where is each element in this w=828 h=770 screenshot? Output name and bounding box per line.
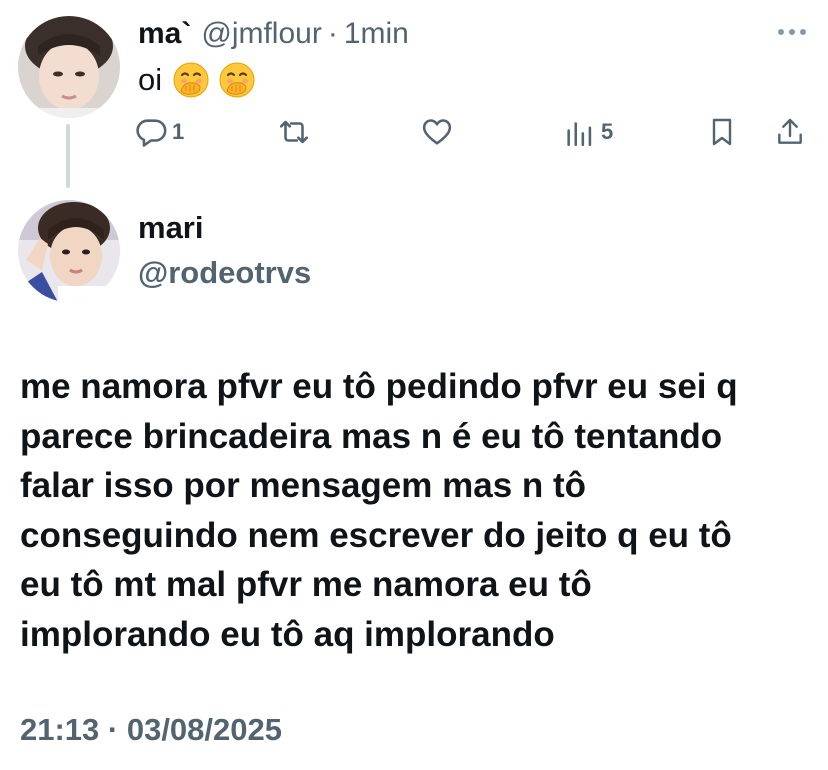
reply-action-button[interactable]: 1	[134, 114, 184, 150]
tweet-avatar[interactable]	[18, 200, 120, 302]
share-action-button[interactable]	[774, 114, 806, 150]
views-action-button[interactable]: 5	[563, 114, 613, 150]
like-action-button[interactable]	[420, 114, 454, 150]
reply-separator: ·	[327, 17, 338, 50]
tweet-author-handle[interactable]: @rodeotrvs	[138, 255, 311, 291]
tweet-text-line: falar isso por mensagem mas n tô	[20, 466, 587, 506]
reply-count: 1	[172, 119, 185, 144]
reply-author-name[interactable]: ma	[138, 17, 181, 51]
thread-connector-line	[66, 124, 70, 188]
comment-icon	[136, 119, 167, 147]
share-icon	[778, 118, 802, 144]
tweet-timestamp[interactable]: 21:13 · 03/08/2025	[20, 712, 282, 748]
views-chart-icon	[567, 122, 592, 147]
tweet-text-line: implorando eu tô aq implorando	[20, 614, 555, 654]
views-count: 5	[601, 119, 614, 144]
tweet-text: me namora pfvr eu tô pedindo pfvr eu sei…	[20, 362, 820, 660]
more-options-icon[interactable]	[772, 22, 812, 42]
tweet-text-line: eu tô mt mal pfvr me namora eu tô	[20, 565, 592, 605]
tweet-author-name[interactable]: mari	[138, 210, 203, 246]
reply-author-handle[interactable]: @jmflour	[201, 17, 321, 51]
reply-text: oi	[138, 58, 264, 102]
hand-over-mouth-emoji	[219, 62, 255, 98]
bookmark-action-button[interactable]	[706, 114, 738, 150]
hand-over-mouth-emoji	[173, 62, 209, 98]
reply-avatar-image	[18, 16, 120, 118]
tweet-avatar-image	[18, 200, 120, 302]
tweet-text-line: parece brincadeira mas n é eu tô tentand…	[20, 416, 723, 456]
tweet-text-line: conseguindo nem escrever do jeito q eu t…	[20, 515, 732, 555]
reply-header: ma ` @jmflour · 1min	[138, 14, 409, 54]
heart-icon	[422, 119, 452, 145]
retweet-icon	[279, 120, 309, 144]
reply-time[interactable]: 1min	[344, 17, 409, 51]
reply-avatar[interactable]	[18, 16, 120, 118]
bookmark-icon	[712, 118, 732, 146]
tweet-text-line: me namora pfvr eu tô pedindo pfvr eu sei…	[20, 367, 738, 406]
retweet-action-button[interactable]	[274, 114, 314, 150]
reply-author-name-mark: `	[181, 17, 192, 50]
reply-text-content: oi	[138, 62, 163, 97]
